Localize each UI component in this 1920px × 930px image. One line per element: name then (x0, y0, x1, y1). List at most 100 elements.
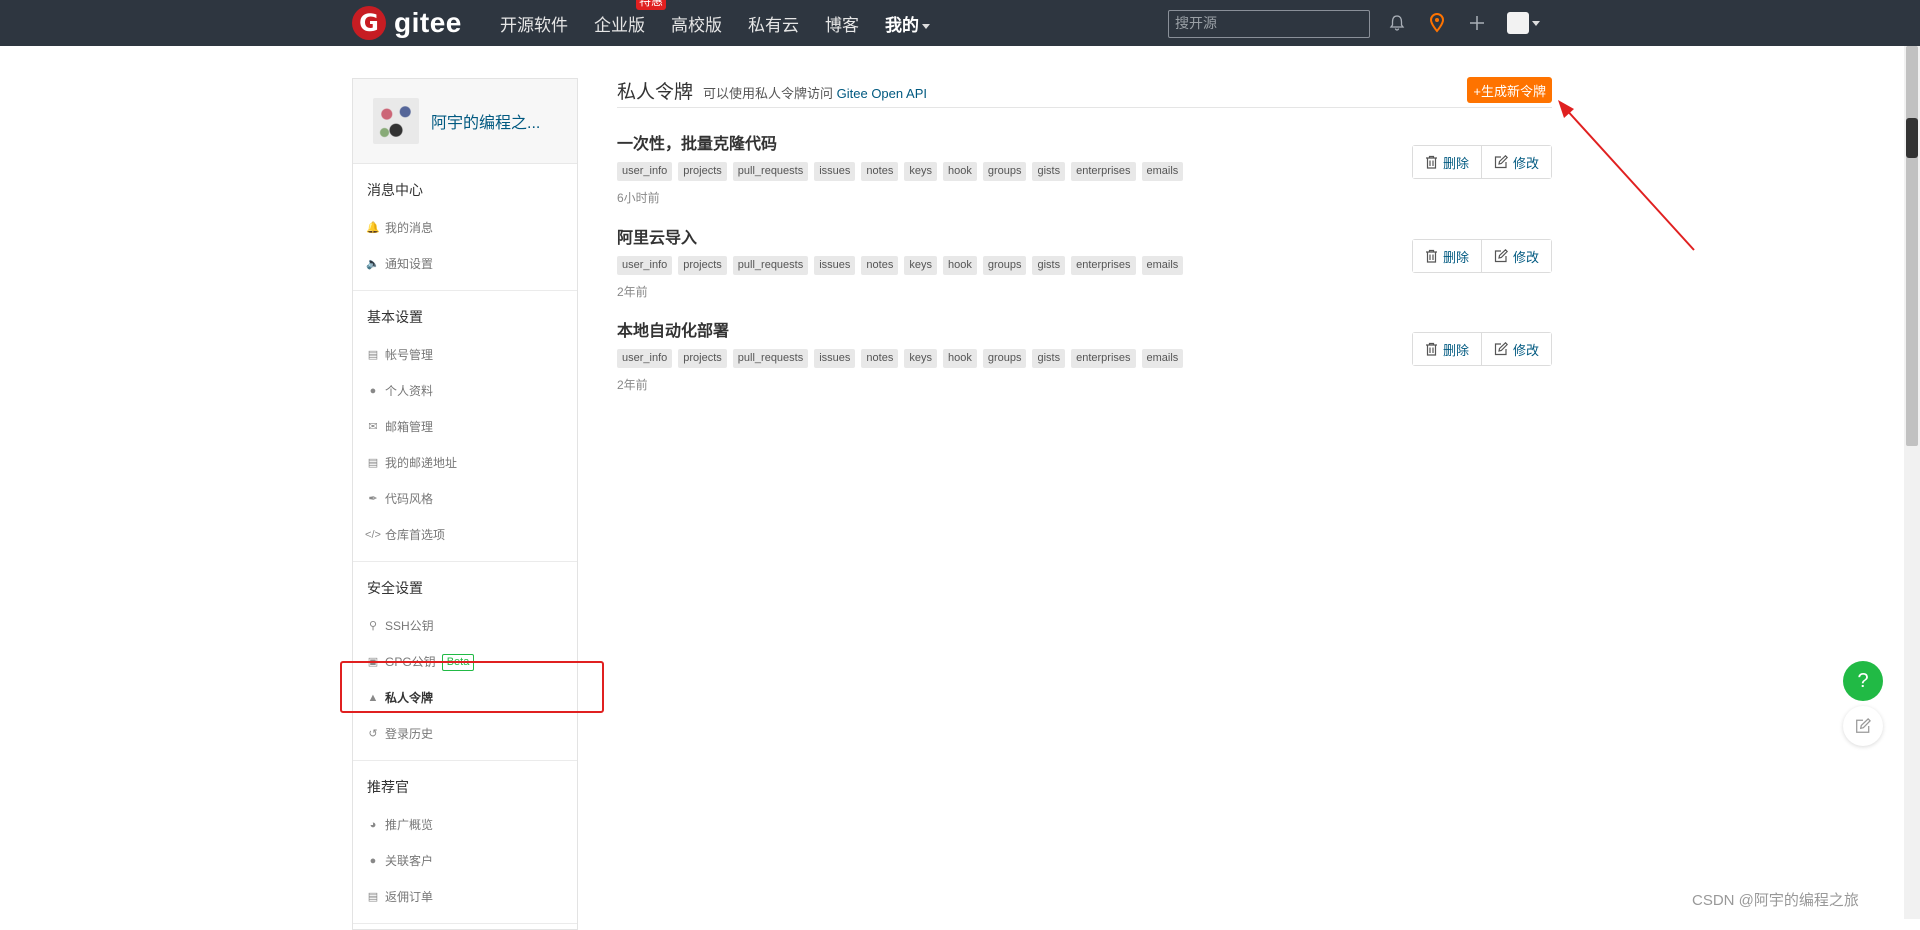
address-card-icon: ▤ (367, 457, 379, 469)
profile-card[interactable]: 阿宇的编程之... (353, 79, 577, 164)
scope-tag: emails (1141, 162, 1184, 181)
search-input[interactable] (1169, 11, 1371, 35)
sidebar-item-ssh-keys[interactable]: ⚲ SSH公钥 (353, 608, 577, 644)
sidebar-item-commission-orders[interactable]: ▤ 返佣订单 (353, 879, 577, 915)
scope-tag: issues (814, 162, 856, 181)
section-title: 基本设置 (367, 309, 423, 325)
bell-icon[interactable] (1385, 11, 1409, 35)
scope-tag: enterprises (1071, 256, 1136, 275)
profile-name[interactable]: 阿宇的编程之... (431, 109, 540, 133)
scroll-handle[interactable] (1906, 118, 1918, 158)
scope-tag: issues (814, 349, 856, 368)
user-avatar (1506, 12, 1529, 34)
subtitle-text: 可以使用私人令牌访问 (703, 86, 834, 101)
edit-icon (1494, 342, 1508, 356)
token-item: 阿里云导入 user_info projects pull_requests i… (617, 224, 1552, 300)
scope-tag: emails (1141, 256, 1184, 275)
token-created-time: 6小时前 (617, 191, 660, 205)
sidebar-item-address[interactable]: ▤ 我的邮递地址 (353, 445, 577, 481)
sidebar-item-label: 代码风格 (385, 492, 434, 506)
scope-tag: pull_requests (732, 162, 809, 181)
user-icon: ● (369, 385, 377, 397)
scope-tag: notes (861, 162, 899, 181)
sidebar-item-label: SSH公钥 (385, 619, 434, 633)
delete-token-button[interactable]: 删除 (1412, 240, 1481, 272)
sidebar-item-promotion-overview[interactable]: ◕ 推广概览 (353, 807, 577, 843)
open-api-link[interactable]: Gitee Open API (837, 86, 927, 101)
sidebar-item-my-messages[interactable]: 🔔 我的消息 (353, 210, 577, 246)
main-content: 私人令牌 可以使用私人令牌访问 Gitee Open API +生成新令牌 一次… (617, 75, 1552, 392)
annotation-highlight-box (340, 661, 604, 713)
delete-label: 删除 (1442, 155, 1469, 171)
generate-token-button[interactable]: +生成新令牌 (1467, 77, 1552, 103)
gitee-logo-text: gitee (394, 7, 462, 38)
section-referral: 推荐官 ◕ 推广概览 ● 关联客户 ▤ 返佣订单 (353, 761, 577, 924)
sidebar-item-account[interactable]: ▤ 帐号管理 (353, 337, 577, 373)
gitee-logo-icon: G (352, 6, 386, 40)
section-title: 安全设置 (367, 580, 423, 596)
nav-item-university[interactable]: 高校版 (671, 11, 722, 36)
nav-item-mine[interactable]: 我的 (885, 11, 930, 36)
scope-tag: projects (678, 162, 727, 181)
sidebar-item-label: 返佣订单 (385, 890, 434, 904)
scope-tag: keys (904, 162, 937, 181)
promo-badge: 特惠 (636, 0, 667, 10)
location-pin-icon[interactable] (1425, 11, 1449, 35)
sidebar-item-email[interactable]: ✉ 邮箱管理 (353, 409, 577, 445)
delete-label: 删除 (1442, 342, 1469, 358)
sidebar-item-label: 帐号管理 (385, 348, 434, 362)
edit-label: 修改 (1512, 342, 1539, 358)
token-actions: 删除 修改 (1411, 332, 1552, 366)
edit-icon (1494, 155, 1508, 169)
token-item: 本地自动化部署 user_info projects pull_requests… (617, 317, 1552, 393)
sidebar-item-repo-preferences[interactable]: </> 仓库首选项 (353, 517, 577, 553)
section-basic-settings: 基本设置 ▤ 帐号管理 ● 个人资料 ✉ 邮箱管理 ▤ 我的邮递地址 ✒ 代码风格 </>… (353, 291, 577, 562)
scope-tag: keys (904, 349, 937, 368)
delete-token-button[interactable]: 删除 (1412, 146, 1481, 178)
scope-tag: groups (982, 256, 1027, 275)
top-navbar: G gitee 开源软件 企业版 特惠 高校版 私有云 博客 我的 (0, 0, 1920, 46)
speaker-icon: 🔈 (366, 258, 380, 270)
code-icon: </> (365, 529, 381, 541)
gitee-logo[interactable]: G gitee (352, 6, 462, 40)
nav-item-private-cloud[interactable]: 私有云 (748, 11, 799, 36)
edit-label: 修改 (1512, 155, 1539, 171)
sidebar-item-profile[interactable]: ● 个人资料 (353, 373, 577, 409)
scope-tag: projects (678, 256, 727, 275)
scope-tag: user_info (617, 162, 673, 181)
trash-icon (1425, 249, 1437, 263)
section-messages: 消息中心 🔔 我的消息 🔈 通知设置 (353, 164, 577, 291)
scope-tag: emails (1141, 349, 1184, 368)
edit-icon (1494, 249, 1508, 263)
edit-token-button[interactable]: 修改 (1480, 240, 1551, 272)
scope-tag: keys (904, 256, 937, 275)
feedback-button[interactable] (1843, 706, 1883, 746)
scope-tag: notes (861, 349, 899, 368)
scope-tag: hook (942, 162, 977, 181)
nav-item-enterprise[interactable]: 企业版 特惠 (594, 0, 667, 36)
user-avatar-menu[interactable] (1505, 11, 1541, 35)
scope-tag: groups (982, 162, 1027, 181)
edit-icon (1856, 718, 1871, 733)
delete-label: 删除 (1442, 249, 1469, 265)
sidebar-item-login-history[interactable]: ↺ 登录历史 (353, 716, 577, 752)
nav-item-blog[interactable]: 博客 (825, 11, 859, 36)
edit-token-button[interactable]: 修改 (1480, 333, 1551, 365)
edit-token-button[interactable]: 修改 (1480, 146, 1551, 178)
nav-item-open-source[interactable]: 开源软件 (500, 11, 568, 36)
sidebar-item-label: 我的消息 (385, 221, 434, 235)
sidebar-item-label: 仓库首选项 (385, 528, 446, 542)
sidebar-item-notification-settings[interactable]: 🔈 通知设置 (353, 246, 577, 282)
scope-tag: notes (861, 256, 899, 275)
search-box[interactable] (1168, 10, 1371, 38)
scrollbar-thumb[interactable] (1906, 46, 1918, 446)
token-created-time: 2年前 (617, 378, 648, 392)
sidebar-item-linked-customers[interactable]: ● 关联客户 (353, 843, 577, 879)
sidebar-item-code-style[interactable]: ✒ 代码风格 (353, 481, 577, 517)
plus-icon[interactable] (1465, 11, 1489, 35)
key-icon: ⚲ (368, 620, 378, 632)
delete-token-button[interactable]: 删除 (1412, 333, 1481, 365)
scope-tag: issues (814, 256, 856, 275)
trash-icon (1425, 342, 1437, 356)
help-button[interactable]: ? (1843, 661, 1883, 701)
